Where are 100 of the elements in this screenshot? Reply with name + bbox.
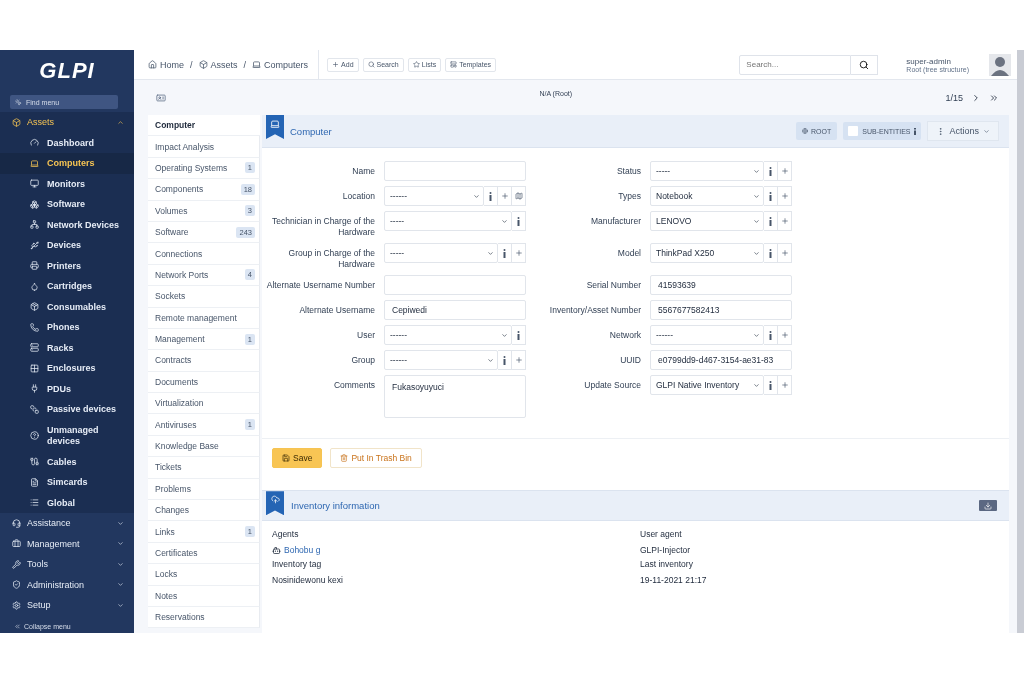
actions-button[interactable]: Actions bbox=[927, 121, 999, 141]
menu-item[interactable]: Unmanaged devices bbox=[0, 419, 134, 452]
menu-item[interactable]: Racks bbox=[0, 337, 134, 358]
tab[interactable]: Problems bbox=[148, 478, 260, 501]
map-button[interactable] bbox=[512, 186, 526, 206]
info-icon bbox=[517, 330, 520, 340]
menu-section[interactable]: Setup bbox=[0, 595, 134, 616]
tab[interactable]: Contracts bbox=[148, 350, 260, 372]
menu-item[interactable]: Printers bbox=[0, 255, 134, 276]
field-label: User bbox=[356, 329, 375, 343]
tab[interactable]: Certificates bbox=[148, 542, 260, 565]
info-button[interactable] bbox=[764, 186, 778, 206]
tab[interactable]: Connections bbox=[148, 243, 260, 265]
section-icon bbox=[12, 600, 21, 610]
tab[interactable]: Knowledge Base bbox=[148, 435, 260, 458]
dropdown-field[interactable]: ThinkPad X250 bbox=[650, 243, 764, 264]
menu-section[interactable]: Management bbox=[0, 533, 134, 554]
breadcrumb-link[interactable]: Home bbox=[148, 59, 184, 70]
tab[interactable]: Computer bbox=[148, 115, 260, 137]
text-field[interactable] bbox=[384, 161, 526, 181]
info-value: GLPI-Injector bbox=[640, 545, 692, 556]
menu-item[interactable]: Computers bbox=[0, 153, 134, 174]
menu-item[interactable]: Monitors bbox=[0, 173, 134, 194]
dropdown-field[interactable]: ------ bbox=[650, 325, 764, 346]
info-button[interactable] bbox=[764, 211, 778, 231]
trash-button[interactable]: Put In Trash Bin bbox=[330, 448, 422, 469]
info-button[interactable] bbox=[764, 161, 778, 181]
menu-item[interactable]: Dashboard bbox=[0, 132, 134, 153]
menu-item[interactable]: PDUs bbox=[0, 378, 134, 399]
menu-item[interactable]: Phones bbox=[0, 317, 134, 338]
toolbar-icon bbox=[367, 61, 375, 68]
search-button[interactable] bbox=[851, 54, 879, 75]
dropdown-field[interactable]: ----- bbox=[384, 211, 512, 231]
tab-label: Tickets bbox=[155, 462, 182, 473]
dropdown-field[interactable]: ------ bbox=[384, 350, 498, 371]
menu-item[interactable]: Cables bbox=[0, 451, 134, 472]
plus-icon bbox=[514, 356, 523, 365]
text-field[interactable] bbox=[384, 275, 526, 296]
search-field[interactable]: Search... bbox=[739, 54, 852, 75]
save-button[interactable]: Save bbox=[272, 448, 323, 469]
tab[interactable]: Changes bbox=[148, 500, 260, 522]
breadcrumb-link[interactable]: Assets bbox=[198, 59, 238, 70]
tab[interactable]: Virtualization bbox=[148, 393, 260, 415]
info-button[interactable] bbox=[764, 243, 778, 264]
menu-section[interactable]: Assistance bbox=[0, 513, 134, 534]
tab[interactable]: Reservations bbox=[148, 607, 260, 629]
breadcrumb-link[interactable]: Computers bbox=[252, 59, 309, 70]
text-field[interactable]: e0799dd9-d467-3154-ae31-83 bbox=[650, 350, 792, 371]
info-button[interactable] bbox=[498, 243, 512, 264]
last-icon[interactable] bbox=[989, 92, 999, 103]
tab[interactable]: Locks bbox=[148, 564, 260, 586]
info-button[interactable] bbox=[498, 350, 512, 371]
checkbox[interactable] bbox=[848, 126, 859, 136]
tab[interactable]: Tickets bbox=[148, 457, 260, 479]
field-label: Types bbox=[617, 190, 641, 203]
dropdown-field[interactable]: GLPI Native Inventory bbox=[650, 375, 764, 396]
dropdown-field[interactable]: ----- bbox=[650, 161, 764, 181]
menu-section[interactable]: Assets bbox=[0, 112, 134, 133]
menu-item[interactable]: Devices bbox=[0, 235, 134, 256]
dropdown-field[interactable]: Notebook bbox=[650, 186, 764, 206]
text-field[interactable]: Cepiwedi bbox=[384, 300, 526, 321]
tab[interactable]: Documents bbox=[148, 371, 260, 394]
menu-item[interactable]: Passive devices bbox=[0, 399, 134, 420]
text-field[interactable]: 5567677582413 bbox=[650, 300, 792, 321]
logo[interactable]: GLPI bbox=[0, 50, 134, 92]
agent-link[interactable]: Bohobu g bbox=[284, 545, 321, 556]
item-icon bbox=[30, 158, 39, 168]
toolbar-icon bbox=[412, 61, 420, 68]
menu-item[interactable]: Global bbox=[0, 492, 134, 513]
menu-section[interactable]: Tools bbox=[0, 554, 134, 575]
comments-field[interactable]: Fukasoyuyuci bbox=[384, 375, 526, 419]
dropdown-field[interactable]: ------ bbox=[384, 186, 484, 206]
text-field[interactable]: 41593639 bbox=[650, 275, 792, 296]
menu-item[interactable]: Enclosures bbox=[0, 358, 134, 379]
avatar-icon[interactable] bbox=[989, 53, 1011, 76]
dropdown-field[interactable]: ----- bbox=[384, 243, 498, 264]
menu-item[interactable]: Software bbox=[0, 194, 134, 215]
menu-item[interactable]: Simcards bbox=[0, 472, 134, 493]
info-button[interactable] bbox=[484, 186, 498, 206]
item-label: Cartridges bbox=[47, 281, 92, 292]
info-button[interactable] bbox=[764, 325, 778, 346]
entity-icon[interactable] bbox=[156, 92, 166, 103]
tab[interactable]: Remote management bbox=[148, 307, 260, 329]
download-button[interactable] bbox=[979, 500, 997, 512]
info-button[interactable] bbox=[512, 325, 526, 346]
dropdown-field[interactable]: ------ bbox=[384, 325, 512, 346]
field-label: Alternate Username Number bbox=[265, 279, 375, 293]
caret-icon bbox=[117, 519, 124, 527]
tab[interactable]: Sockets bbox=[148, 286, 260, 308]
info-button[interactable] bbox=[512, 211, 526, 231]
tab[interactable]: Impact Analysis bbox=[148, 136, 260, 158]
menu-item[interactable]: Cartridges bbox=[0, 276, 134, 297]
next-icon[interactable] bbox=[971, 92, 981, 103]
menu-item[interactable]: Consumables bbox=[0, 296, 134, 317]
user-name[interactable]: super-admin bbox=[906, 56, 969, 66]
info-button[interactable] bbox=[764, 375, 778, 396]
dropdown-field[interactable]: LENOVO bbox=[650, 211, 764, 231]
tab[interactable]: Notes bbox=[148, 585, 260, 607]
menu-section[interactable]: Administration bbox=[0, 574, 134, 595]
menu-item[interactable]: Network Devices bbox=[0, 214, 134, 235]
